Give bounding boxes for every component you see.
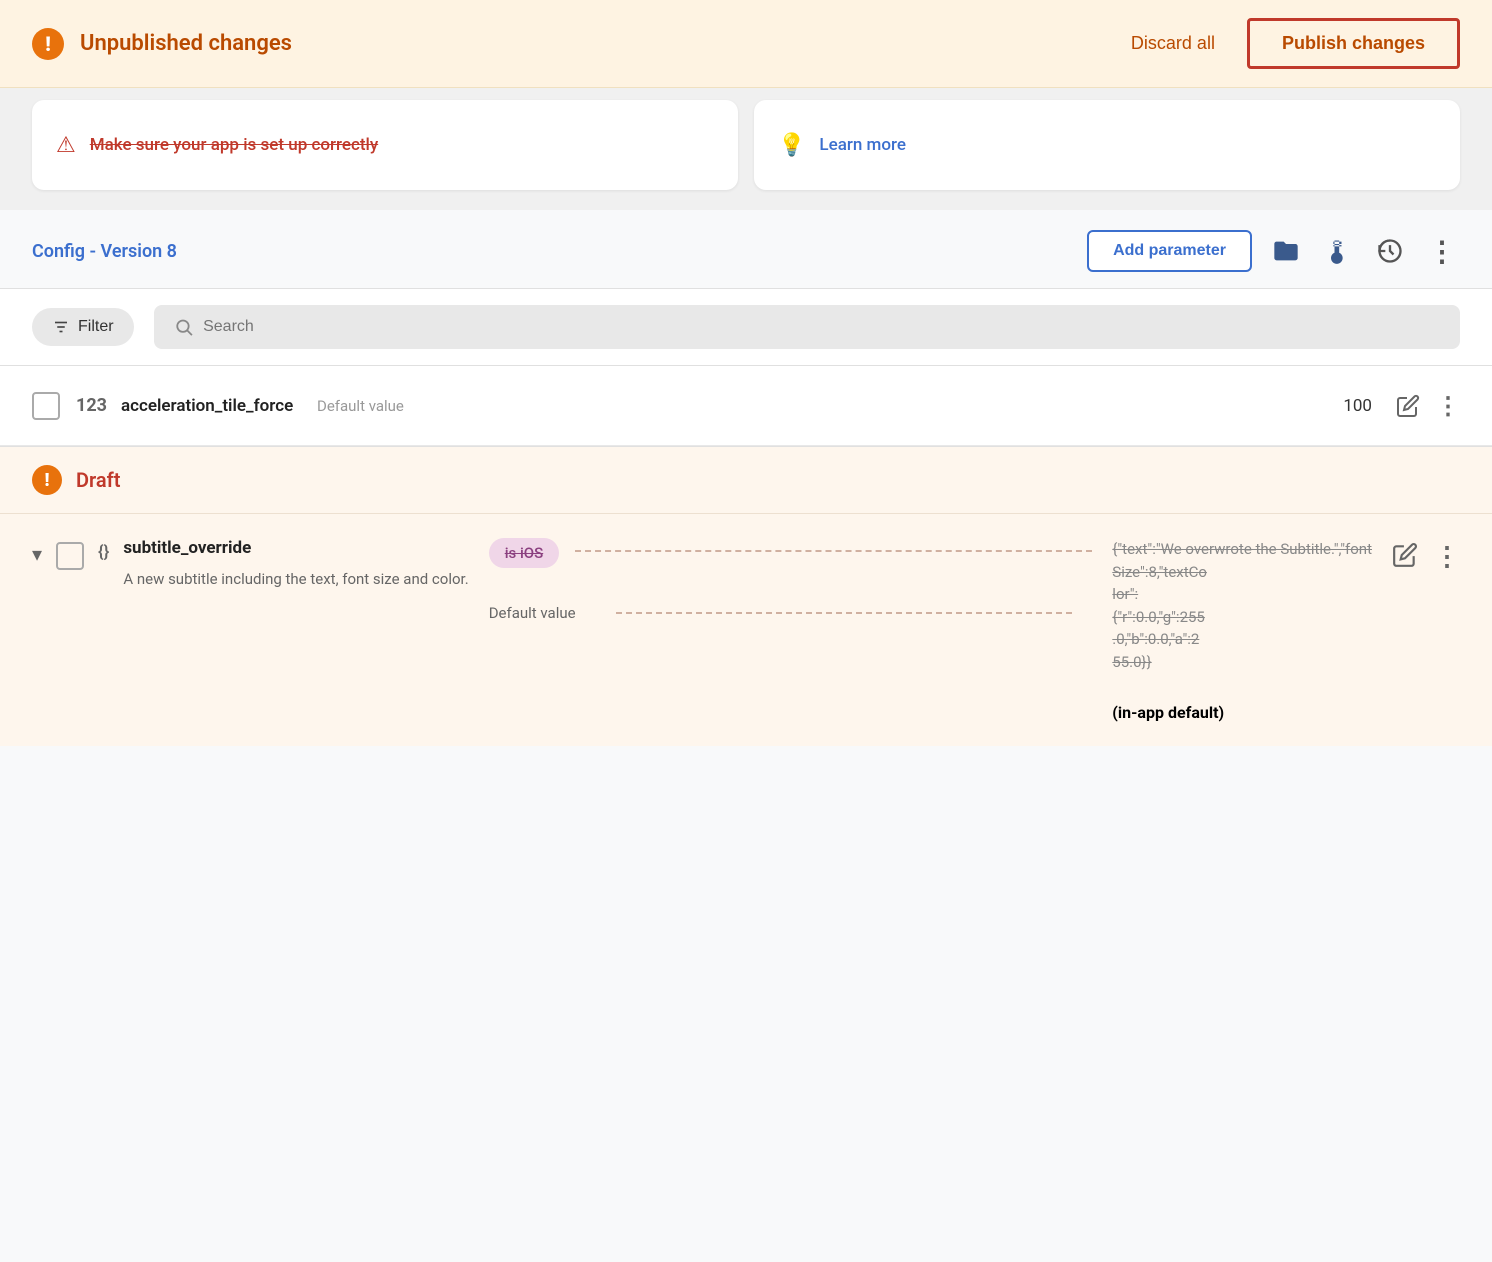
row-checkbox[interactable] [32, 392, 60, 420]
draft-row-checkbox[interactable] [56, 542, 84, 570]
warning-card: ⚠ Make sure your app is set up correctly [32, 100, 738, 190]
draft-section: ! Draft ▾ {} subtitle_override A new sub… [0, 446, 1492, 746]
draft-name-desc: subtitle_override A new subtitle includi… [123, 538, 468, 591]
draft-value-strikethrough: {"text":"We overwrote the Subtitle.","fo… [1112, 538, 1372, 673]
param-label: Default value [317, 397, 1292, 415]
draft-edit-icon[interactable] [1392, 542, 1418, 568]
default-label: Default value [489, 604, 576, 622]
config-version-title: Config - Version 8 [32, 241, 1087, 262]
draft-chevron-icon[interactable]: ▾ [32, 542, 42, 566]
warning-icon: ! [32, 28, 64, 60]
filter-search-row: Filter [0, 288, 1492, 365]
history-icon [1376, 237, 1404, 265]
toolbar-icons: ⋮ [1268, 231, 1460, 272]
row-more-icon[interactable]: ⋮ [1436, 392, 1460, 420]
param-value: 100 [1292, 396, 1372, 416]
draft-param-desc: A new subtitle including the text, font … [123, 568, 468, 591]
add-parameter-button[interactable]: Add parameter [1087, 230, 1252, 272]
draft-title: Draft [76, 468, 120, 492]
default-value-row: Default value [489, 604, 1093, 622]
cards-row: ⚠ Make sure your app is set up correctly… [0, 88, 1492, 210]
param-name: acceleration_tile_force [121, 396, 301, 416]
search-icon [174, 317, 194, 337]
info-card: 💡 Learn more [754, 100, 1460, 190]
discard-all-button[interactable]: Discard all [1111, 25, 1235, 62]
bulb-icon: 💡 [778, 133, 805, 158]
draft-value-col: {"text":"We overwrote the Subtitle.","fo… [1112, 538, 1372, 722]
draft-header: ! Draft [0, 447, 1492, 513]
filter-label: Filter [78, 318, 114, 336]
draft-more-icon[interactable]: ⋮ [1434, 542, 1460, 572]
draft-default-value: (in-app default) [1112, 703, 1372, 722]
warning-card-text: Make sure your app is set up correctly [90, 135, 378, 155]
draft-warning-icon: ! [32, 465, 62, 495]
config-header: Config - Version 8 Add parameter ⋮ [0, 210, 1492, 288]
filter-icon [52, 318, 70, 336]
draft-type-icon: {} [98, 542, 109, 562]
banner-title: Unpublished changes [80, 31, 1111, 56]
more-dots-icon: ⋮ [1428, 235, 1456, 268]
folder-button[interactable] [1268, 233, 1304, 269]
main-table: 123 acceleration_tile_force Default valu… [0, 365, 1492, 446]
edit-icon[interactable] [1396, 394, 1420, 418]
default-value-dashes [616, 612, 1073, 614]
draft-action-icons: ⋮ [1392, 542, 1460, 572]
folder-icon [1272, 237, 1300, 265]
search-bar [154, 305, 1460, 349]
draft-row: ▾ {} subtitle_override A new subtitle in… [0, 513, 1492, 746]
unpublished-banner: ! Unpublished changes Discard all Publis… [0, 0, 1492, 88]
more-options-button[interactable]: ⋮ [1424, 231, 1460, 272]
condition-dashes [575, 550, 1092, 552]
filter-button[interactable]: Filter [32, 308, 134, 346]
type-icon-123: 123 [76, 395, 107, 416]
search-input[interactable] [203, 318, 1440, 336]
history-button[interactable] [1372, 233, 1408, 269]
default-value-bold: (in-app default) [1112, 703, 1224, 722]
card-warning-icon: ⚠ [56, 133, 76, 158]
learn-more-link[interactable]: Learn more [819, 135, 906, 155]
flask-icon [1324, 237, 1352, 265]
flask-button[interactable] [1320, 233, 1356, 269]
draft-param-name: subtitle_override [123, 538, 468, 558]
condition-tag: is iOS [489, 538, 560, 568]
draft-conditions: is iOS Default value [489, 538, 1093, 622]
publish-changes-button[interactable]: Publish changes [1247, 18, 1460, 69]
condition-row: is iOS [489, 538, 1093, 568]
table-row: 123 acceleration_tile_force Default valu… [0, 366, 1492, 446]
